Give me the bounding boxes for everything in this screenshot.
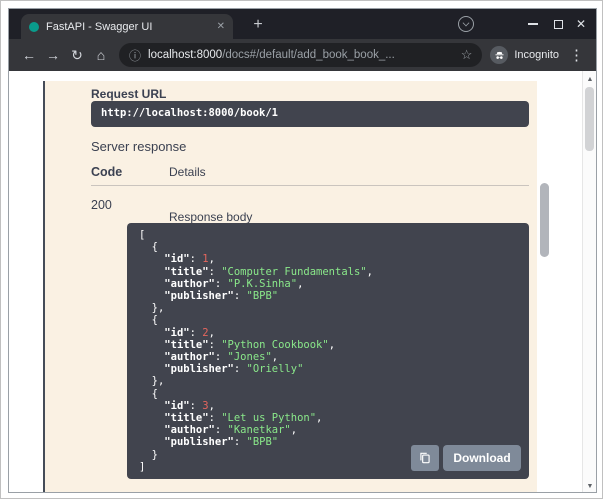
forward-button[interactable]: → — [41, 43, 65, 67]
response-body-block: [ { "id": 1, "title": "Computer Fundamen… — [127, 223, 529, 479]
browser-window: FastAPI - Swagger UI ✕ + ✕ ← → ↻ ⌂ ⓘ loc… — [8, 8, 597, 493]
browser-tab[interactable]: FastAPI - Swagger UI ✕ — [21, 14, 233, 39]
browser-scrollbar-thumb[interactable] — [585, 87, 594, 151]
minimize-button[interactable] — [522, 9, 544, 39]
screenshot-frame: FastAPI - Swagger UI ✕ + ✕ ← → ↻ ⌂ ⓘ loc… — [0, 0, 603, 499]
header-divider — [91, 185, 529, 186]
close-window-button[interactable]: ✕ — [570, 9, 592, 39]
code-column-header: Code — [91, 165, 122, 179]
browser-menu-button[interactable]: ⋮ — [565, 46, 588, 64]
url-path: /docs#/default/add_book_book_... — [222, 49, 395, 61]
maximize-button[interactable] — [547, 9, 569, 39]
incognito-icon — [490, 46, 508, 64]
home-button[interactable]: ⌂ — [89, 43, 113, 67]
tab-close-icon[interactable]: ✕ — [217, 21, 225, 32]
incognito-badge: Incognito — [490, 46, 559, 64]
url-text: localhost:8000/docs#/default/add_book_bo… — [148, 49, 395, 61]
scroll-down-icon[interactable]: ▼ — [583, 479, 596, 493]
response-body-label: Response body — [169, 210, 252, 224]
url-host: localhost:8000 — [148, 49, 222, 61]
bookmark-star-icon[interactable]: ☆ — [461, 47, 473, 63]
page-content: Request URL http://localhost:8000/book/1… — [9, 71, 596, 493]
scroll-up-icon[interactable]: ▲ — [583, 72, 596, 86]
request-url-label: Request URL — [91, 87, 166, 101]
navigation-toolbar: ← → ↻ ⌂ ⓘ localhost:8000/docs#/default/a… — [9, 39, 596, 71]
back-button[interactable]: ← — [17, 43, 41, 67]
copy-icon — [418, 451, 432, 465]
tab-title: FastAPI - Swagger UI — [46, 21, 210, 33]
minimize-icon — [528, 23, 538, 25]
reload-button[interactable]: ↻ — [65, 43, 89, 67]
site-info-icon[interactable]: ⓘ — [129, 47, 141, 64]
tab-search-button[interactable] — [458, 16, 474, 32]
incognito-label: Incognito — [514, 49, 559, 61]
maximize-icon — [554, 20, 563, 29]
chevron-down-icon — [463, 20, 470, 27]
swagger-operation-panel: Request URL http://localhost:8000/book/1… — [43, 81, 537, 493]
request-url-value: http://localhost:8000/book/1 — [91, 101, 529, 127]
new-tab-button[interactable]: + — [247, 14, 269, 36]
details-column-header: Details — [169, 165, 206, 179]
response-status-code: 200 — [91, 198, 112, 212]
address-bar[interactable]: ⓘ localhost:8000/docs#/default/add_book_… — [119, 43, 482, 67]
response-body-code: [ { "id": 1, "title": "Computer Fundamen… — [139, 229, 517, 473]
copy-button[interactable] — [411, 445, 439, 471]
fastapi-favicon-icon — [29, 22, 39, 32]
download-button[interactable]: Download — [443, 445, 521, 471]
browser-scrollbar-track[interactable]: ▲ ▼ — [582, 71, 596, 493]
titlebar: FastAPI - Swagger UI ✕ + ✕ — [9, 9, 596, 39]
page-scrollbar-thumb[interactable] — [540, 183, 549, 257]
server-response-label: Server response — [91, 139, 186, 154]
